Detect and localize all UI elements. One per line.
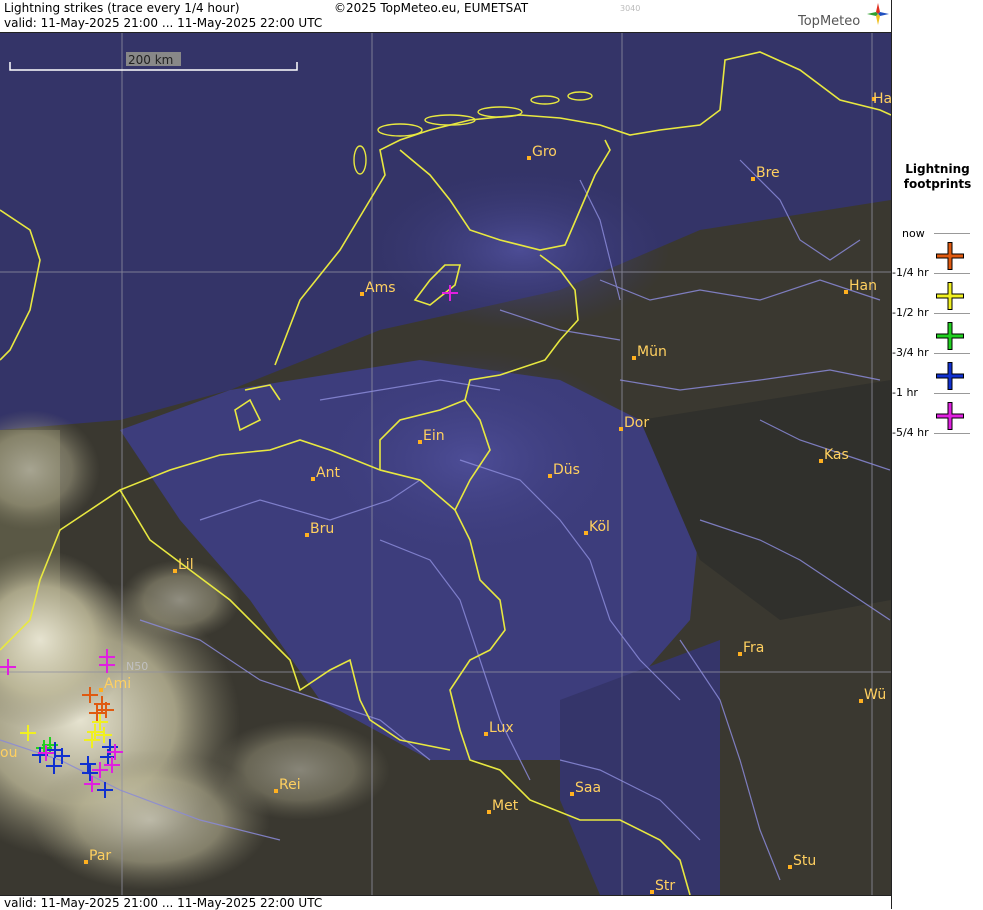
city-label: Saa xyxy=(575,780,601,796)
city-label: Düs xyxy=(553,462,580,478)
city-label: Rei xyxy=(279,777,301,793)
city-label: Fra xyxy=(743,640,764,656)
legend-tick xyxy=(934,233,970,234)
legend-label-hour: -1 hr xyxy=(892,386,918,399)
legend-tick xyxy=(934,393,970,394)
city-label: Ant xyxy=(316,465,340,481)
legend-tick xyxy=(934,433,970,434)
city-label: Bre xyxy=(756,165,780,181)
city-label: Par xyxy=(89,848,111,864)
header-bar: Lightning strikes (trace every 1/4 hour)… xyxy=(0,0,891,33)
scale-bar-label: 200 km xyxy=(128,53,173,67)
legend-title-line2: footprints xyxy=(903,177,972,191)
legend-label-threequarter: -3/4 hr xyxy=(892,346,929,359)
legend-cross-threequarter-icon xyxy=(936,322,964,350)
legend-tick xyxy=(934,313,970,314)
legend-panel: Lightning footprints now -1/4 hr -1/2 hr… xyxy=(892,0,983,909)
city-label: Ha xyxy=(873,91,891,107)
legend-label-half: -1/2 hr xyxy=(892,306,929,319)
legend-cross-half-icon xyxy=(936,282,964,310)
city-label: Lux xyxy=(489,720,514,736)
legend-title-line1: Lightning xyxy=(905,162,970,176)
city-label: ou xyxy=(0,745,17,761)
valid-time: valid: 11-May-2025 21:00 ... 11-May-2025… xyxy=(4,16,323,30)
city-label: Ami xyxy=(104,676,131,692)
legend-label-quarter: -1/4 hr xyxy=(892,266,929,279)
footer-valid-time: valid: 11-May-2025 21:00 ... 11-May-2025… xyxy=(4,896,323,910)
legend-cross-fivequarter-icon xyxy=(936,402,964,430)
legend-cross-quarter-icon xyxy=(936,242,964,270)
legend-title: Lightning footprints xyxy=(892,162,983,192)
copyright: ©2025 TopMeteo.eu, EUMETSAT xyxy=(334,1,529,15)
city-label: Dor xyxy=(624,415,649,431)
city-label: Kas xyxy=(824,447,849,463)
city-label: Han xyxy=(849,278,877,294)
city-label: Str xyxy=(655,878,675,894)
legend-label-now: now xyxy=(902,227,925,240)
city-label: Wü xyxy=(864,687,886,703)
lightning-map[interactable]: 200 km N50 Ha Gro Bre Ams Han Mün Dor Ei… xyxy=(0,33,891,895)
city-label: Stu xyxy=(793,853,816,869)
topmeteo-logo[interactable]: TopMeteo xyxy=(798,14,860,29)
map-title: Lightning strikes (trace every 1/4 hour) xyxy=(4,1,240,15)
city-label: Mün xyxy=(637,344,667,360)
city-label: Ams xyxy=(365,280,396,296)
legend-cross-hour-icon xyxy=(936,362,964,390)
city-label: Lil xyxy=(178,557,194,573)
footer-bar: valid: 11-May-2025 21:00 ... 11-May-2025… xyxy=(0,895,891,910)
legend-label-fivequarter: -5/4 hr xyxy=(892,426,929,439)
grid-label-n50: N50 xyxy=(126,660,148,673)
city-label: Köl xyxy=(589,519,610,535)
city-label: Ein xyxy=(423,428,445,444)
compass-star-icon xyxy=(867,3,889,25)
city-label: Met xyxy=(492,798,519,814)
legend-tick xyxy=(934,353,970,354)
city-label: Gro xyxy=(532,144,557,160)
map-code: 3040 xyxy=(620,4,641,13)
city-label: Bru xyxy=(310,521,334,537)
legend-tick xyxy=(934,273,970,274)
